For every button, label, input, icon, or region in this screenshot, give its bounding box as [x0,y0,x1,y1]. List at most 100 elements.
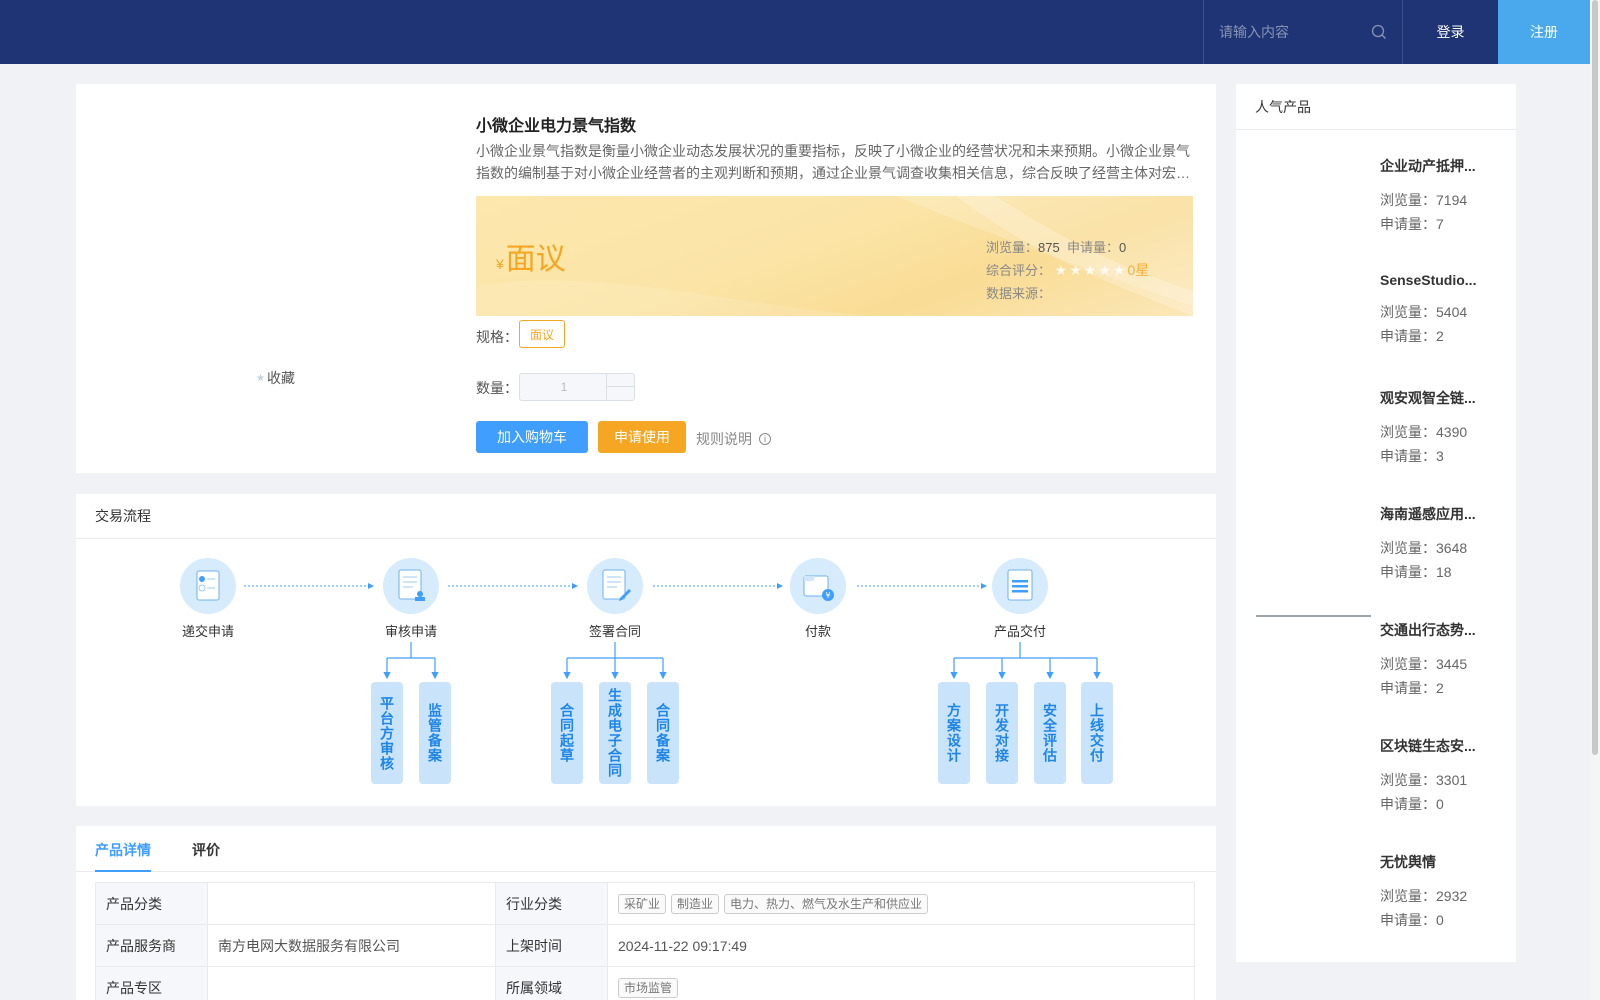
search-box[interactable] [1203,0,1402,64]
substep-security-assessment: 安全评估 [1034,682,1066,784]
quantity-stepper[interactable]: 1 [519,373,635,401]
tag: 采矿业 [618,893,667,914]
substep-e-contract: 生成电子合同 [599,682,631,784]
table-value [207,966,496,1000]
apply-label: 申请量： [1380,216,1436,232]
views-label: 浏览量： [1380,656,1436,672]
views-value: 2932 [1436,888,1468,904]
scrollbar-thumb[interactable] [1592,0,1598,755]
rating-stars: ★ ★ ★ ★ ★ 0星 [1055,259,1152,282]
views-label: 浏览量： [1380,424,1436,440]
flow-step-submit: 递交申请 [168,558,248,640]
table-key: 产品服务商 [95,924,208,967]
star-icon: ★ [1098,262,1111,278]
apply-label: 申请量： [1380,564,1436,580]
star-icon: ★ [1112,262,1126,278]
views-label: 浏览量： [986,240,1039,255]
popular-product-item[interactable]: 区块链生态安... 浏览量：3301 申请量：0 [1380,736,1476,816]
product-name[interactable]: 海南遥感应用... [1380,504,1476,524]
apply-label: 申请量： [1066,240,1119,255]
apply-value: 0 [1118,240,1127,255]
product-thumbnail[interactable] [1256,615,1371,617]
price-value: 面议 [505,243,566,276]
popular-product-item[interactable]: 企业动产抵押... 浏览量：7194 申请量：7 [1380,156,1476,236]
search-input[interactable] [1219,24,1369,40]
table-key: 上架时间 [495,924,608,967]
tag: 电力、热力、燃气及水生产和供应业 [724,893,929,914]
views-value: 3445 [1436,656,1468,672]
popular-product-item[interactable]: 海南遥感应用... 浏览量：3648 申请量：18 [1380,504,1476,584]
currency-symbol: ¥ [496,256,504,272]
table-key: 行业分类 [495,882,608,925]
product-description: 小微企业景气指数是衡量小微企业动态发展状况的重要指标，反映了小微企业的经营状况和… [476,143,1190,181]
spec-option[interactable]: 面议 [519,320,565,348]
views-label: 浏览量： [1380,540,1436,556]
substep-contract-filing: 合同备案 [647,682,679,784]
product-card: ★ 收藏 小微企业电力景气指数 小微企业景气指数是衡量小微企业动态发展状况的重要指… [76,84,1216,473]
apply-use-button[interactable]: 申请使用 [598,421,686,453]
popular-products-sidebar: 人气产品 企业动产抵押... 浏览量：7194 申请量：7 SenseStudio… [1236,84,1516,962]
apply-label: 申请量： [1380,912,1436,928]
rules-link[interactable]: 规则说明 i [696,429,771,449]
tag: 市场监管 [618,977,679,998]
quantity-label: 数量： [476,380,518,396]
step-label: 签署合同 [588,624,641,639]
table-key: 产品分类 [95,882,208,925]
step-label: 产品交付 [993,624,1046,639]
product-name[interactable]: 企业动产抵押... [1380,156,1476,176]
detail-tabs: 产品详情 评价 [76,826,1216,872]
quantity-arrows[interactable] [606,374,634,400]
star-icon: ★ [1083,262,1097,278]
rating-value: 0星 [1127,262,1150,278]
product-name[interactable]: 区块链生态安... [1380,736,1476,756]
star-icon: ★ [1054,262,1068,278]
substep-dev-integration: 开发对接 [986,682,1018,784]
table-key: 所属领域 [495,966,608,1000]
product-name[interactable]: 无忧舆情 [1380,852,1467,872]
price-panel: ¥ 面议 浏览量：875 申请量：0 综合评分： ★ ★ ★ ★ ★ 0星 数据来源： [476,196,1193,316]
page-scrollbar[interactable] [1590,0,1600,1000]
views-value: 3301 [1436,772,1468,788]
spec-label: 规格： [476,329,518,345]
register-button[interactable]: 注册 [1498,0,1590,64]
table-row: 产品服务商 南方电网大数据服务有限公司 上架时间 2024-11-22 09:1… [95,924,1195,967]
product-name[interactable]: 交通出行态势... [1380,620,1476,640]
apply-value: 18 [1436,564,1452,580]
popular-product-item[interactable]: 无忧舆情 浏览量：2932 申请量：0 [1380,852,1467,932]
product-detail-card: 产品详情 评价 产品分类 行业分类 采矿业 制造业 电力、热力、燃气及水生产和供应业… [76,826,1216,1000]
rules-label: 规则说明 [696,431,752,447]
login-button[interactable]: 登录 [1402,0,1498,64]
popular-product-item[interactable]: SenseStudio... 浏览量：5404 申请量：2 [1380,272,1476,348]
favorite-button[interactable]: ★ 收藏 [256,368,295,388]
product-info-table: 产品分类 行业分类 采矿业 制造业 电力、热力、燃气及水生产和供应业 产品服务商 南… [95,882,1195,1000]
flow-title: 交易流程 [76,494,1216,539]
active-tab-indicator [95,870,151,872]
price: ¥ 面议 [496,234,566,278]
product-name[interactable]: SenseStudio... [1380,272,1476,288]
views-value: 3648 [1436,540,1468,556]
table-value: 南方电网大数据服务有限公司 [207,924,496,967]
substep-platform-review: 平台方审核 [371,682,403,784]
table-row: 产品专区 所属领域 市场监管 [95,966,1195,1000]
substep-go-live: 上线交付 [1081,682,1113,784]
add-to-cart-button[interactable]: 加入购物车 [476,421,588,453]
apply-label: 申请量： [1380,680,1436,696]
views-label: 浏览量： [1380,772,1436,788]
tab-product-details[interactable]: 产品详情 [95,840,151,860]
product-title: 小微企业电力景气指数 [476,118,637,135]
popular-product-item[interactable]: 交通出行态势... 浏览量：3445 申请量：2 [1380,620,1476,700]
views-label: 浏览量： [1380,888,1436,904]
increase-button[interactable] [607,374,634,387]
search-icon[interactable] [1371,24,1387,40]
decrease-button[interactable] [607,387,634,400]
star-icon: ★ [1069,262,1082,278]
flow-step-payment: ¥ 付款 [778,558,858,640]
product-name[interactable]: 观安观智全链... [1380,388,1476,408]
table-value: 2024-11-22 09:17:49 [607,924,1195,967]
popular-product-item[interactable]: 观安观智全链... 浏览量：4390 申请量：3 [1380,388,1476,468]
flow-step-delivery: 产品交付 [980,558,1060,640]
svg-text:¥: ¥ [825,591,830,600]
tab-reviews[interactable]: 评价 [192,840,220,860]
quantity-input[interactable]: 1 [520,374,608,400]
apply-value: 7 [1436,216,1444,232]
